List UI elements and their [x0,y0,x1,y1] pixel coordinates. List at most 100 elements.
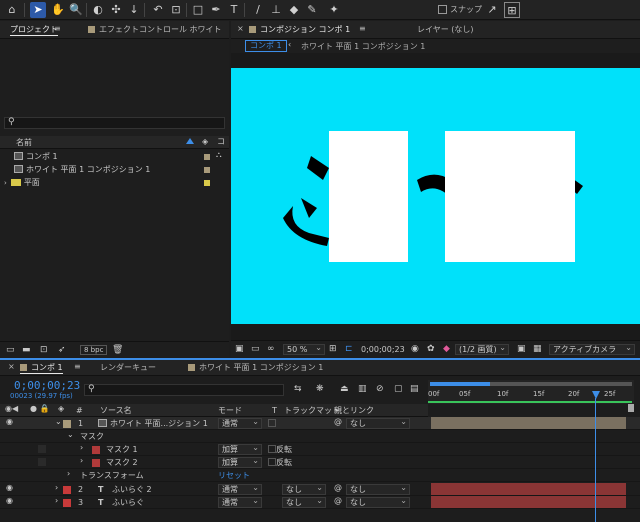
zoom-dropdown[interactable]: 50 % [283,343,325,355]
mask-mode-dropdown[interactable]: 加算 [218,456,262,468]
chevron-right-icon[interactable]: › [80,443,83,452]
breadcrumb-white-solid-comp[interactable]: ホワイト 平面 1 コンポジション 1 [301,41,425,52]
stamp-icon[interactable]: ⊥ [268,2,284,18]
project-item-white-solid-comp[interactable]: ホワイト 平面 1 コンポジション 1 [14,163,150,176]
orbit-icon[interactable]: ◐ [90,2,106,18]
always-preview-icon[interactable]: ▣ [235,344,244,354]
panel-menu-icon[interactable]: ≡ [74,362,81,371]
lock-slot[interactable] [38,445,46,453]
panel-menu-icon[interactable]: ≡ [54,24,61,33]
time-ruler[interactable]: 00f 05f 10f 15f 20f 25f [428,380,634,404]
tab-render-queue[interactable]: レンダーキュー [100,362,156,373]
timeline-layer-row[interactable]: ◉ › 3 T ふいらぐ 通常 なし @ なし [0,496,640,509]
col-parent-header[interactable]: 親とリンク [334,404,374,417]
render-icon[interactable]: ➶ [58,345,66,355]
parent-dropdown[interactable]: なし [346,483,410,495]
layer-duration-bar[interactable] [431,417,626,429]
hand-icon[interactable]: ✋ [50,2,66,18]
grid-icon[interactable]: ⊞ [329,344,337,354]
selection-icon[interactable]: ➤ [30,2,46,18]
mask-group-row[interactable]: ⌄ マスク [0,430,640,443]
tab-timeline-white-solid[interactable]: ホワイト 平面 1 コンポジション 1 [188,362,323,373]
graph-editor-icon[interactable]: ▢ [394,384,403,394]
col-source-name-header[interactable]: ソース名 [100,404,132,417]
pickwhip-icon[interactable]: @ [334,417,342,426]
transparency-grid-icon[interactable]: ▦ [533,344,542,354]
draft-3d-icon[interactable]: ❋ [316,384,324,394]
eye-icon[interactable]: ◉ [6,417,13,426]
layer-duration-bar[interactable] [431,496,626,508]
comp-mini-flowchart-icon[interactable]: ⇆ [294,384,302,394]
mask-row[interactable]: › マスク 2 加算 反転 [0,456,640,469]
type-column-header[interactable]: コ [217,136,225,147]
layer-name[interactable]: ふいらぐ [112,496,144,509]
zoom-icon[interactable]: 🔍 [68,2,84,18]
transform-group-row[interactable]: › トランスフォーム リセット [0,469,640,482]
tab-effects-controls[interactable]: エフェクトコントロール ホワイト [88,24,222,35]
playhead-line[interactable] [595,398,596,522]
mask-visibility-icon[interactable]: ∞ [267,344,275,354]
transform-reset-link[interactable]: リセット [218,469,250,482]
solo-lock-icon[interactable]: ● 🔒 [30,404,49,413]
layer-name[interactable]: ふいらぐ 2 [112,483,152,496]
blend-mode-dropdown[interactable]: 通常 [218,496,262,508]
eye-icon[interactable]: ◉ [6,496,13,505]
parent-dropdown[interactable]: なし [346,417,410,429]
trash-icon[interactable]: 🗑 [112,345,123,355]
chevron-right-icon[interactable]: › [55,483,58,492]
mask-invert-checkbox[interactable] [268,445,276,453]
resolution-dropdown[interactable]: (1/2 画質) [455,343,509,355]
close-tab-icon[interactable]: × [237,24,244,33]
preserve-transparency-checkbox[interactable] [268,419,276,427]
layer-label-color[interactable] [63,420,71,428]
shy-layers-icon[interactable]: ⏏ [340,384,349,394]
rotate-icon[interactable]: ↶ [150,2,166,18]
lock-slot[interactable] [38,458,46,466]
mask-color-swatch[interactable] [92,459,100,467]
snapshot-icon[interactable]: ◉ [411,344,419,354]
av-features-icon[interactable]: ◉◀ [5,404,18,413]
timeline-timecode[interactable]: 0;00;00;23 [14,379,80,392]
snap-option-icon[interactable]: ↗ [484,2,500,18]
timeline-search-input[interactable]: ⚲ [84,384,284,396]
camera-dropdown[interactable]: アクティブカメラ [549,343,635,355]
snap-checkbox[interactable] [438,5,447,14]
blend-mode-dropdown[interactable]: 通常 [218,483,262,495]
label-tag-icon[interactable]: ◈ [58,404,64,413]
layer-name[interactable]: ホワイト 平面...ジション 1 [98,417,208,430]
tab-composition[interactable]: コンポジション コンポ 1 [249,24,350,35]
tab-project[interactable]: プロジェクト [10,24,58,36]
label-swatch[interactable] [204,167,210,173]
region-of-interest-icon[interactable]: ⊏ [345,344,353,354]
chevron-right-icon[interactable]: › [55,496,58,505]
eye-icon[interactable]: ◉ [6,483,13,492]
interpret-footage-icon[interactable]: ▭ [6,345,15,355]
roto-icon[interactable]: ✎ [304,2,320,18]
monitor-icon[interactable]: ▭ [251,344,260,354]
col-t-header[interactable]: T [272,404,277,417]
mask-invert-checkbox[interactable] [268,458,276,466]
frame-blending-icon[interactable]: ▥ [358,384,367,394]
tab-timeline-comp1[interactable]: コンポ 1 [20,362,63,374]
work-area-rest[interactable] [490,382,632,386]
chevron-down-icon[interactable]: ⌄ [55,417,62,426]
blend-mode-dropdown[interactable]: 通常 [218,417,262,429]
timeline-layer-row[interactable]: ◉ › 2 T ふいらぐ 2 通常 なし @ なし [0,483,640,496]
timeline-layer-row[interactable]: ◉ ⌄ 1 ホワイト 平面...ジション 1 通常 @ なし [0,417,640,430]
brush-icon[interactable]: / [250,2,266,18]
show-snapshot-icon[interactable]: ✿ [427,344,435,354]
tab-layer[interactable]: レイヤー (なし) [417,24,474,35]
project-search-input[interactable]: ⚲ [4,117,225,129]
pen-icon[interactable]: ✒ [208,2,224,18]
white-solid-left[interactable] [329,131,408,262]
col-name-header[interactable]: 名前 [16,136,32,149]
timeline-scroll-end-icon[interactable] [628,404,634,412]
label-tag-icon[interactable]: ◈ [202,137,208,146]
chart-icon[interactable]: ▤ [410,384,419,394]
chevron-right-icon[interactable]: › [67,469,70,478]
parent-dropdown[interactable]: なし [346,496,410,508]
mask-name[interactable]: マスク 1 [106,443,138,456]
home-icon[interactable]: ⌂ [4,2,20,18]
motion-blur-icon[interactable]: ⊘ [376,384,384,394]
flowchart-icon[interactable]: ⛬ [216,150,222,160]
